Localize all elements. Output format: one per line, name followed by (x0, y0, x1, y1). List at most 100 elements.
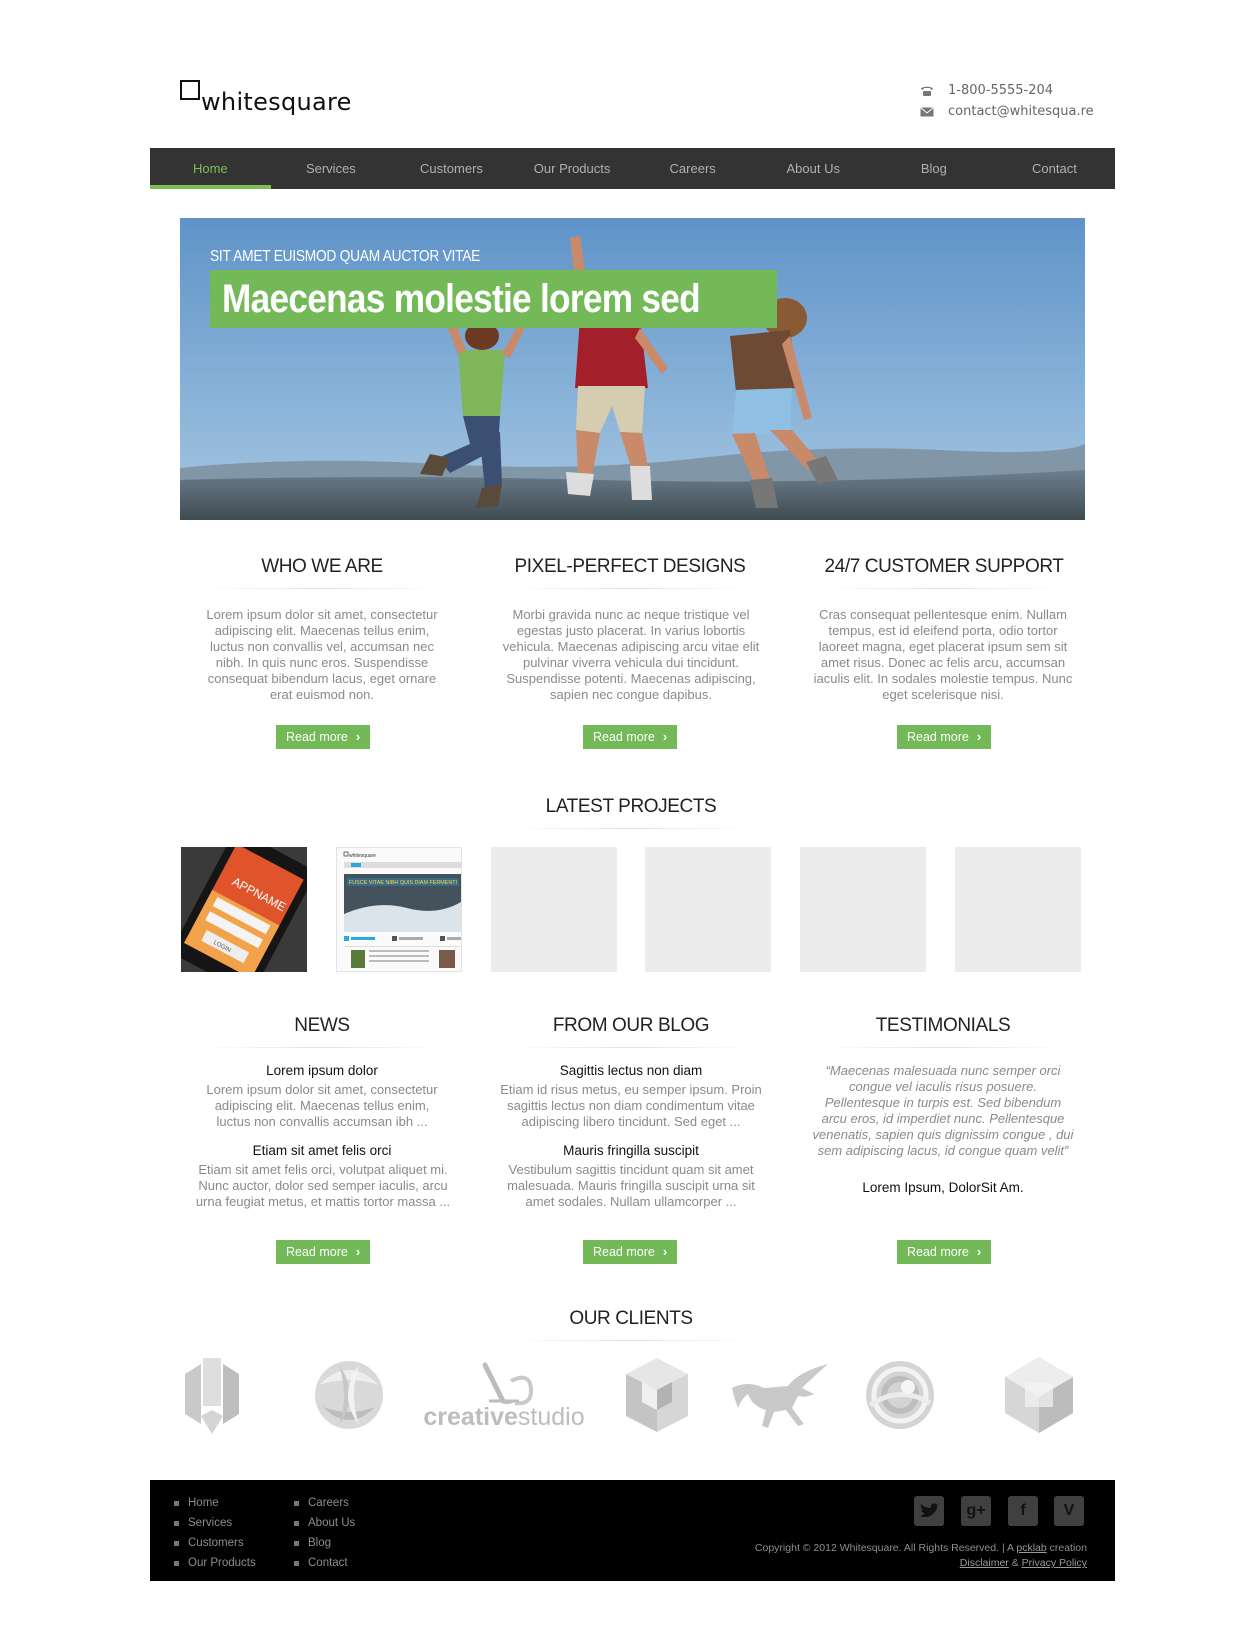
news-item-text: Etiam sit amet felis orci, volutpat aliq… (195, 1162, 451, 1209)
thumb-brand-text: whitesquare (349, 853, 376, 859)
heading-news: NEWS (192, 1015, 452, 1048)
client-logo-2-icon (315, 1361, 383, 1429)
disclaimer-link[interactable]: Disclaimer (960, 1557, 1009, 1569)
envelope-icon (920, 106, 934, 118)
bullet-icon (174, 1520, 179, 1526)
hero-subtitle: SIT AMET EUISMOD QUAM AUCTOR VITAE (210, 248, 481, 265)
pixel-perfect-text: Morbi gravida nunc ac neque tristique ve… (502, 607, 760, 702)
read-more-button-blog[interactable]: Read more › (583, 1240, 678, 1264)
nav-item-careers[interactable]: Careers (632, 148, 753, 189)
twitter-icon[interactable] (914, 1496, 944, 1526)
nav-item-contact[interactable]: Contact (994, 148, 1115, 189)
bullet-icon (174, 1560, 179, 1566)
client-logo-6-icon (866, 1361, 934, 1429)
nav-item-services[interactable]: Services (271, 148, 392, 189)
client-logo-4-icon (626, 1358, 688, 1432)
customer-support-text: Cras consequat pellentesque enim. Nullam… (813, 607, 1073, 702)
blog-item-text: Etiam id risus metus, eu semper ipsum. P… (500, 1082, 762, 1129)
read-more-button-support[interactable]: Read more › (897, 725, 992, 749)
header-contact: 1-800-5555-204 contact@whitesqua.re (920, 80, 1094, 122)
footer-links-col-1: Home Services Customers Our Products (174, 1493, 256, 1573)
bullet-icon (294, 1500, 299, 1506)
project-thumb-6[interactable] (955, 847, 1081, 972)
project-appname-image: APPNAME LOGIN (181, 847, 307, 972)
bullet-icon (294, 1560, 299, 1566)
footer-link-careers[interactable]: Careers (294, 1493, 355, 1513)
hero-title: Maecenas molestie lorem sed (210, 270, 778, 328)
logo-text: whitesquare (201, 88, 352, 116)
vimeo-icon[interactable]: V (1054, 1496, 1084, 1526)
client-logo-1-icon (185, 1358, 239, 1434)
nav-item-our-products[interactable]: Our Products (512, 148, 633, 189)
read-more-label: Read more (593, 1245, 655, 1259)
read-more-button-who-we-are[interactable]: Read more › (276, 725, 371, 749)
footer-link-customers[interactable]: Customers (174, 1533, 256, 1553)
facebook-icon[interactable]: f (1008, 1496, 1038, 1526)
testimonial-quote: “Maecenas malesuada nunc semper orci con… (812, 1063, 1074, 1158)
read-more-button-news[interactable]: Read more › (276, 1240, 371, 1264)
footer-link-contact[interactable]: Contact (294, 1553, 355, 1573)
heading-our-clients: OUR CLIENTS (500, 1308, 762, 1341)
pcklab-link[interactable]: pcklab (1016, 1542, 1046, 1554)
brush-icon (482, 1362, 534, 1405)
read-more-button-testimonials[interactable]: Read more › (897, 1240, 992, 1264)
heading-latest-projects: LATEST PROJECTS (500, 796, 762, 829)
blog-item-title[interactable]: Mauris fringilla suscipit (500, 1143, 762, 1158)
privacy-policy-link[interactable]: Privacy Policy (1022, 1557, 1087, 1569)
nav-item-customers[interactable]: Customers (391, 148, 512, 189)
read-more-label: Read more (907, 730, 969, 744)
footer-link-about-us[interactable]: About Us (294, 1513, 355, 1533)
bullet-icon (174, 1540, 179, 1546)
testimonial-author: Lorem Ipsum, DolorSit Am. (862, 1180, 1024, 1195)
chevron-right-icon: › (355, 729, 361, 744)
blog-item-text: Vestibulum sagittis tincidunt quam sit a… (507, 1162, 755, 1209)
footer-link-home[interactable]: Home (174, 1493, 256, 1513)
heading-pixel-perfect: PIXEL-PERFECT DESIGNS (500, 556, 760, 589)
news-item-title[interactable]: Etiam sit amet felis orci (192, 1143, 452, 1158)
read-more-label: Read more (286, 1245, 348, 1259)
client-logo-1[interactable] (180, 1350, 244, 1440)
client-logo-creativestudio[interactable]: creativestudio (420, 1350, 588, 1440)
chevron-right-icon: › (976, 729, 982, 744)
google-plus-icon[interactable]: g+ (961, 1496, 991, 1526)
client-logo-7-icon (1005, 1357, 1073, 1433)
blog-item-title[interactable]: Sagittis lectus non diam (500, 1063, 762, 1078)
main-nav: Home Services Customers Our Products Car… (150, 148, 1115, 189)
bullet-icon (294, 1540, 299, 1546)
footer: Home Services Customers Our Products Car… (150, 1480, 1115, 1581)
logo-square-icon (180, 80, 200, 100)
phone-icon (920, 85, 934, 97)
project-thumb-2[interactable]: whitesquare FUSCE VITAE NIBH QUIS DIAM F… (336, 847, 462, 972)
nav-item-about-us[interactable]: About Us (753, 148, 874, 189)
client-logo-6[interactable] (862, 1350, 938, 1440)
copyright-text: Copyright © 2012 Whitesquare. All Rights… (754, 1542, 1087, 1569)
client-logo-7[interactable] (995, 1350, 1083, 1440)
phone-number: 1-800-5555-204 (948, 83, 1054, 98)
news-item-title[interactable]: Lorem ipsum dolor (192, 1063, 452, 1078)
site-logo[interactable]: whitesquare (180, 80, 352, 117)
client-logo-4[interactable] (620, 1350, 694, 1440)
project-thumb-5[interactable] (800, 847, 926, 972)
email-link[interactable]: contact@whitesqua.re (948, 104, 1094, 119)
chevron-right-icon: › (355, 1244, 361, 1259)
footer-link-blog[interactable]: Blog (294, 1533, 355, 1553)
footer-link-our-products[interactable]: Our Products (174, 1553, 256, 1573)
project-thumb-4[interactable] (645, 847, 771, 972)
nav-item-blog[interactable]: Blog (874, 148, 995, 189)
hero-banner[interactable]: SIT AMET EUISMOD QUAM AUCTOR VITAE Maece… (180, 218, 1085, 520)
who-we-are-text: Lorem ipsum dolor sit amet, consectetur … (206, 607, 438, 702)
footer-link-services[interactable]: Services (174, 1513, 256, 1533)
project-thumb-1[interactable]: APPNAME LOGIN (181, 847, 307, 972)
project-thumb-3[interactable] (491, 847, 617, 972)
heading-customer-support: 24/7 CUSTOMER SUPPORT (804, 556, 1084, 589)
read-more-button-pixel-perfect[interactable]: Read more › (583, 725, 678, 749)
news-item-text: Lorem ipsum dolor sit amet, consectetur … (206, 1082, 438, 1129)
pegasus-icon (732, 1364, 828, 1428)
chevron-right-icon: › (662, 1244, 668, 1259)
read-more-label: Read more (286, 730, 348, 744)
nav-item-home[interactable]: Home (150, 148, 271, 189)
client-logo-pegasus[interactable] (728, 1350, 832, 1440)
bullet-icon (174, 1500, 179, 1506)
client-logo-2[interactable] (308, 1350, 390, 1440)
bullet-icon (294, 1520, 299, 1526)
